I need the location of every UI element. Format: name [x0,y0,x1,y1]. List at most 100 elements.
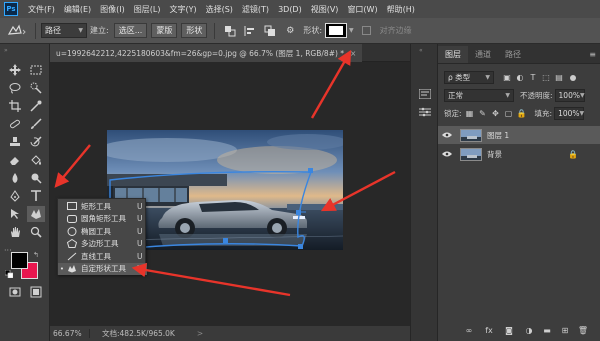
tab-layers[interactable]: 图层 [438,46,468,63]
paint-bucket-tool-icon[interactable] [27,152,45,168]
foreground-color-swatch[interactable] [11,252,28,269]
lock-artboard-icon[interactable]: ▢ [504,109,514,119]
menu-filter[interactable]: 滤镜(T) [242,4,269,15]
history-icon[interactable] [418,88,432,100]
menu-file[interactable]: 文件(F) [28,4,55,15]
gear-icon[interactable]: ⚙ [283,24,297,38]
hand-tool-icon[interactable] [6,224,24,240]
swap-colors-icon[interactable]: ↰ [33,251,39,259]
collapse-icon[interactable]: » [4,47,8,54]
layer-style-icon[interactable]: fx [484,325,494,335]
anchor-point[interactable] [298,244,303,249]
pixel-filter-icon[interactable]: ▣ [502,73,512,83]
add-mask-icon[interactable]: ◙ [504,325,514,335]
pen-tool-icon[interactable] [6,188,24,204]
adjustment-layer-icon[interactable]: ◑ [524,325,534,335]
type-filter-icon[interactable]: T [528,73,538,83]
zoom-tool-icon[interactable] [27,224,45,240]
tool-preset-picker[interactable] [4,22,30,40]
quick-mask-icon[interactable] [6,284,24,300]
flyout-item-rounded-rectangle[interactable]: 圆角矩形工具 U [58,213,147,226]
menu-edit[interactable]: 编辑(E) [64,4,91,15]
smart-object-filter-icon[interactable]: ▤ [554,73,564,83]
menu-3d[interactable]: 3D(D) [278,5,302,14]
healing-brush-tool-icon[interactable] [6,116,24,132]
eye-icon[interactable] [438,132,456,138]
clone-stamp-tool-icon[interactable] [6,134,24,150]
dodge-tool-icon[interactable] [27,170,45,186]
shape-filter-icon[interactable]: ⬚ [541,73,551,83]
screen-mode-icon[interactable] [27,284,45,300]
kind-filter-select[interactable]: ρ 类型 ▼ [444,71,494,84]
new-layer-icon[interactable]: ⊞ [560,325,570,335]
custom-shape-tool-icon[interactable] [27,206,45,222]
anchor-point[interactable] [296,210,301,215]
anchor-point[interactable] [223,238,228,243]
move-tool-icon[interactable] [6,62,24,78]
menu-layer[interactable]: 图层(L) [134,4,161,15]
separator [214,22,216,39]
new-group-icon[interactable]: ▬ [542,325,552,335]
crop-tool-icon[interactable] [6,98,24,114]
flyout-item-ellipse[interactable]: 椭圆工具 U [58,225,147,238]
menu-view[interactable]: 视图(V) [311,4,339,15]
shape-picker[interactable] [325,23,348,38]
flyout-item-line[interactable]: 直线工具 U [58,250,147,263]
menu-image[interactable]: 图像(I) [100,4,125,15]
zoom-level[interactable]: 66.67% [50,329,90,338]
fill-input[interactable]: 100% ▼ [554,107,584,120]
menu-select[interactable]: 选择(S) [206,4,233,15]
lock-all-icon[interactable]: 🔒 [517,109,527,119]
lock-label: 锁定: [444,109,462,118]
document-tab[interactable]: u=1992642212,4225180603&fm=26&gp=0.jpg @… [50,44,363,62]
eyedropper-tool-icon[interactable] [27,98,45,114]
lasso-tool-icon[interactable] [6,80,24,96]
blur-tool-icon[interactable] [6,170,24,186]
adjustment-filter-icon[interactable]: ◐ [515,73,525,83]
tool-mode-select[interactable]: 路径 ▼ [41,23,87,38]
status-menu-arrow[interactable]: > [197,329,203,338]
trash-icon[interactable]: 🗑 [578,325,588,335]
properties-icon[interactable] [418,106,432,118]
flyout-item-rectangle[interactable]: 矩形工具 U [58,200,147,213]
make-mask-button[interactable]: 蒙版 [151,23,178,38]
history-brush-tool-icon[interactable] [27,134,45,150]
menu-help[interactable]: 帮助(H) [387,4,415,15]
flyout-item-custom-shape[interactable]: • 自定形状工具 U [58,262,147,275]
menu-window[interactable]: 窗口(W) [347,4,377,15]
eye-icon[interactable] [438,151,456,157]
lock-pixels-icon[interactable]: ✎ [478,109,488,119]
opacity-input[interactable]: 100% ▼ [554,89,585,102]
path-operations-icon[interactable] [223,24,237,38]
flyout-item-polygon[interactable]: 多边形工具 U [58,238,147,251]
marquee-tool-icon[interactable] [27,62,45,78]
path-arrangement-icon[interactable] [263,24,277,38]
blend-mode-select[interactable]: 正常 ▼ [444,89,514,102]
brush-tool-icon[interactable] [27,116,45,132]
eraser-tool-icon[interactable] [6,152,24,168]
checkbox-icon[interactable] [360,24,374,38]
menu-type[interactable]: 文字(Y) [169,4,196,15]
panel-menu-icon[interactable]: ≡ [589,50,596,59]
path-alignment-icon[interactable] [243,24,257,38]
default-colors-icon[interactable] [4,269,14,279]
canvas-area[interactable] [50,62,406,326]
link-layers-icon[interactable]: ∞ [464,325,474,335]
close-icon[interactable]: × [350,49,356,58]
collapse-icon[interactable]: « [419,47,423,54]
make-shape-button[interactable]: 形状 [181,23,208,38]
lock-transparent-icon[interactable]: ▦ [465,109,475,119]
make-selection-button[interactable]: 选区... [113,23,148,38]
filter-toggle-icon[interactable] [570,74,576,81]
lock-position-icon[interactable]: ✥ [491,109,501,119]
anchor-point[interactable] [308,168,313,173]
tab-paths[interactable]: 路径 [498,46,528,63]
type-tool-icon[interactable] [27,188,45,204]
tab-channels[interactable]: 通道 [468,46,498,63]
layer-row[interactable]: 图层 1 [438,126,600,144]
quick-selection-tool-icon[interactable] [27,80,45,96]
layer-row[interactable]: 背景 🔒 [438,145,600,163]
chevron-down-icon[interactable]: ▼ [349,27,354,34]
path-selection-tool-icon[interactable] [6,206,24,222]
custom-shape-icon [66,264,77,274]
